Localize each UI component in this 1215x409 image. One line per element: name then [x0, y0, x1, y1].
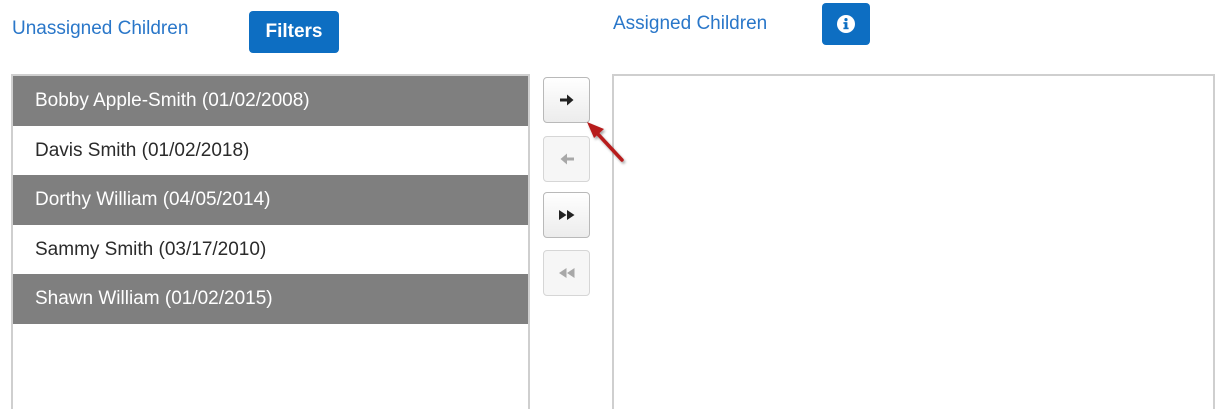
list-item[interactable]: Shawn William (01/02/2015) — [13, 274, 528, 324]
double-chevron-left-icon — [558, 268, 574, 278]
assigned-children-title: Assigned Children — [613, 13, 768, 34]
move-right-button[interactable] — [543, 77, 590, 123]
move-left-button[interactable] — [543, 136, 590, 182]
unassigned-children-title: Unassigned Children — [12, 18, 189, 39]
list-item[interactable]: Bobby Apple-Smith (01/02/2008) — [13, 76, 528, 126]
info-icon — [837, 15, 855, 33]
arrow-left-icon — [560, 153, 574, 165]
move-all-right-button[interactable] — [543, 192, 590, 238]
arrow-right-icon — [559, 94, 573, 106]
list-item[interactable]: Davis Smith (01/02/2018) — [13, 125, 528, 175]
child-assignment-panel: Unassigned Children Filters Assigned Chi… — [0, 0, 1215, 409]
list-item[interactable]: Dorthy William (04/05/2014) — [13, 175, 528, 225]
move-all-left-button[interactable] — [543, 250, 590, 296]
assigned-children-list — [612, 74, 1215, 409]
list-item[interactable]: Sammy Smith (03/17/2010) — [13, 224, 528, 274]
double-chevron-right-icon — [558, 210, 574, 220]
filters-button[interactable]: Filters — [249, 11, 339, 53]
annotation-arrow-icon — [587, 122, 624, 162]
unassigned-children-list: Bobby Apple-Smith (01/02/2008) Davis Smi… — [11, 74, 530, 409]
info-button[interactable] — [822, 3, 870, 45]
